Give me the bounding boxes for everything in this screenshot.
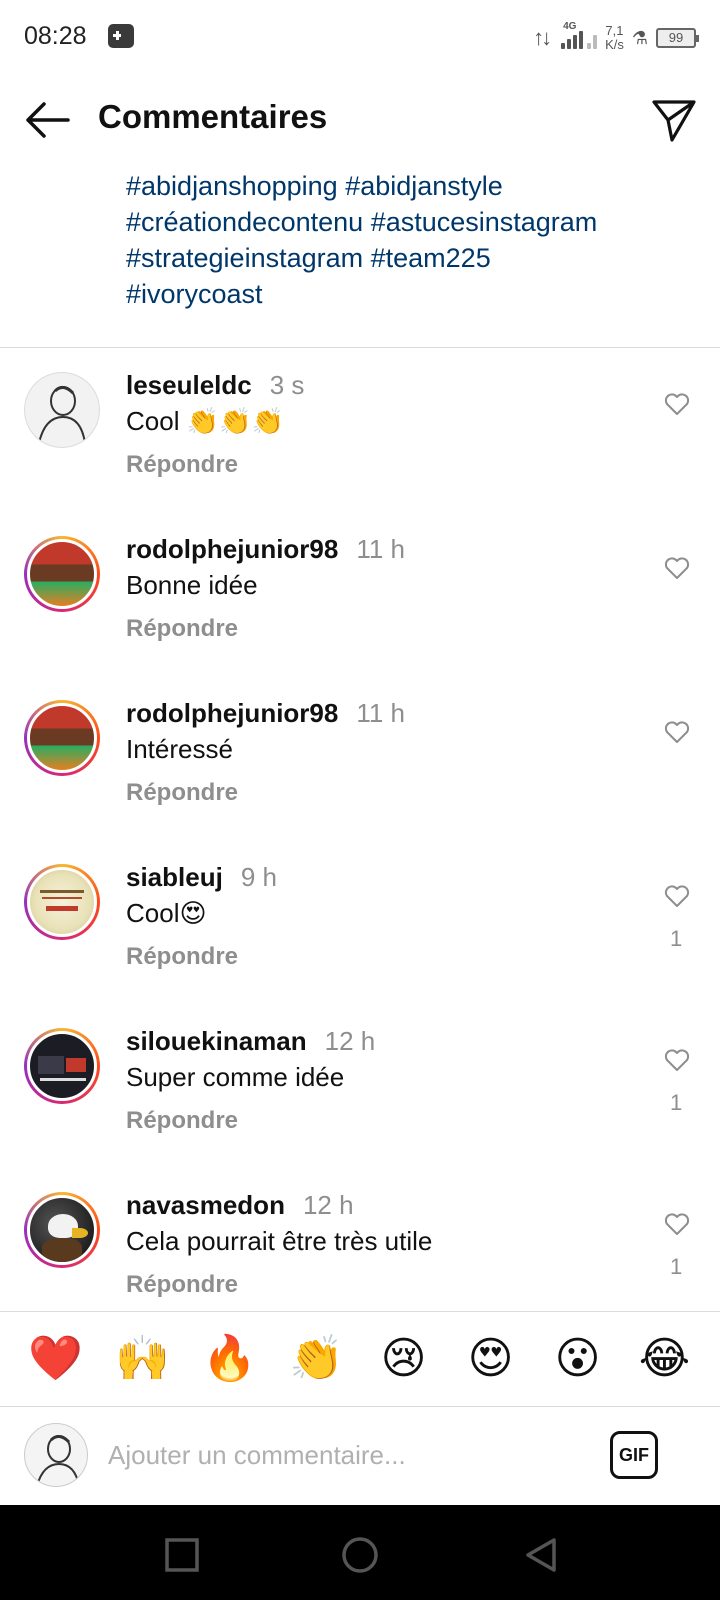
game-controller-icon [108,24,134,48]
comment-text: Cool 👏👏👏 [126,406,284,436]
comment-time: 12 h [324,1026,376,1056]
network-speed-value: 7,1 [605,23,624,38]
battery-icon: 99 [656,28,699,48]
like-count: 1 [670,926,683,951]
comment-input[interactable] [108,1433,568,1477]
header: Commentaires [0,80,720,160]
back-button[interactable] [22,98,74,142]
reply-button[interactable]: Répondre [126,1271,238,1299]
reply-button[interactable]: Répondre [126,451,238,479]
emoji-bar: ❤️ 🙌 🔥 👏 😢 😍 😮 😂 [0,1312,720,1406]
comment-text: Cela pourrait être très utile [126,1226,433,1256]
send-button[interactable] [650,96,698,144]
flask-icon: ⚗ [631,27,648,48]
recent-apps-icon[interactable] [162,1535,202,1575]
back-triangle-icon[interactable] [522,1535,562,1575]
reply-button[interactable]: Répondre [126,779,238,807]
avatar [24,1423,88,1487]
emoji-clapping-hands-button[interactable]: 👏 [284,1329,350,1389]
post-caption: #abidjanshopping #abidjanstyle #création… [126,168,696,312]
person-sketch-icon [38,386,86,444]
navigation-bar [0,1505,720,1600]
avatar[interactable] [24,1192,100,1268]
emoji-raising-hands-button[interactable]: 🙌 [110,1329,176,1389]
emoji-red-heart-button[interactable]: ❤️ [23,1329,89,1389]
gif-button[interactable]: GIF [610,1431,658,1479]
heart-icon[interactable] [664,884,690,908]
emoji-tears-of-joy-button[interactable]: 😂 [632,1329,698,1389]
comment-text: Cool😍 [126,898,207,928]
comment-username[interactable]: silouekinaman [126,1026,307,1056]
comment-time: 11 h [356,698,406,728]
comment-item: navasmedon 12 h Cela pourrait être très u… [0,1168,720,1311]
comment-username[interactable]: siableuj [126,862,223,892]
comment-username[interactable]: rodolphejunior98 [126,698,338,728]
caption-line[interactable]: #strategieinstagram #team225 [126,240,696,276]
comment-time: 12 h [302,1190,354,1220]
comment-time: 9 h [240,862,277,892]
avatar[interactable] [24,864,100,940]
emoji-heart-eyes-button[interactable]: 😍 [458,1329,524,1389]
network-speed: 7,1 K/s [605,24,624,52]
comment-item: rodolphejunior98 11 h Intéressé Répondre [0,676,720,840]
emoji-crying-face-button[interactable]: 😢 [371,1329,437,1389]
paper-plane-icon [652,100,696,142]
network-type-label: 4G [563,21,577,32]
person-sketch-icon [36,1435,80,1486]
comment-item: rodolphejunior98 11 h Bonne idée Répondre [0,512,720,676]
comment-username[interactable]: leseuleldc [126,370,252,400]
data-transfer-icon: ↑↓ [533,25,552,50]
reply-button[interactable]: Répondre [126,615,238,643]
heart-icon[interactable] [664,720,690,744]
avatar[interactable] [24,372,100,448]
status-bar: 08:28 ↑↓ 4G 7,1 K/s ⚗ 99 [0,0,720,74]
emoji-surprised-face-button[interactable]: 😮 [545,1329,611,1389]
comment-item: siableuj 9 h Cool😍 Répondre 1 [0,840,720,1004]
comment-username[interactable]: rodolphejunior98 [126,534,338,564]
status-time: 08:28 [24,22,87,50]
heart-icon[interactable] [664,1212,690,1236]
comment-text: Intéressé [126,734,233,764]
home-icon[interactable] [340,1535,380,1575]
heart-icon[interactable] [664,1048,690,1072]
like-count: 1 [670,1090,683,1115]
caption-line[interactable]: #abidjanshopping #abidjanstyle [126,168,696,204]
caption-line[interactable]: #ivorycoast [126,276,696,312]
avatar[interactable] [24,536,100,612]
comment-time: 11 h [356,534,406,564]
signal-strength-icon: 4G [557,21,598,53]
comment-username[interactable]: navasmedon [126,1190,285,1220]
reply-button[interactable]: Répondre [126,943,238,971]
comment-item: silouekinaman 12 h Super comme idée Répon… [0,1004,720,1168]
avatar[interactable] [24,700,100,776]
emoji-fire-button[interactable]: 🔥 [197,1329,263,1389]
status-indicators: ↑↓ 4G 7,1 K/s ⚗ 99 [533,18,699,58]
comment-text: Bonne idée [126,570,258,600]
reply-button[interactable]: Répondre [126,1107,238,1135]
network-speed-unit: K/s [605,37,624,52]
comment-item: leseuleldc 3 s Cool 👏👏👏 Répondre [0,348,720,512]
heart-icon[interactable] [664,392,690,416]
comments-list[interactable]: leseuleldc 3 s Cool 👏👏👏 Répondre rodolphe… [0,348,720,1311]
comment-time: 3 s [269,370,305,400]
like-count: 1 [670,1254,683,1279]
comment-composer: GIF [0,1407,720,1505]
heart-icon[interactable] [664,556,690,580]
comment-text: Super comme idée [126,1062,345,1092]
page-title: Commentaires [98,98,328,135]
arrow-left-icon [26,102,70,138]
avatar[interactable] [24,1028,100,1104]
caption-line[interactable]: #créationdecontenu #astucesinstagram [126,204,696,240]
